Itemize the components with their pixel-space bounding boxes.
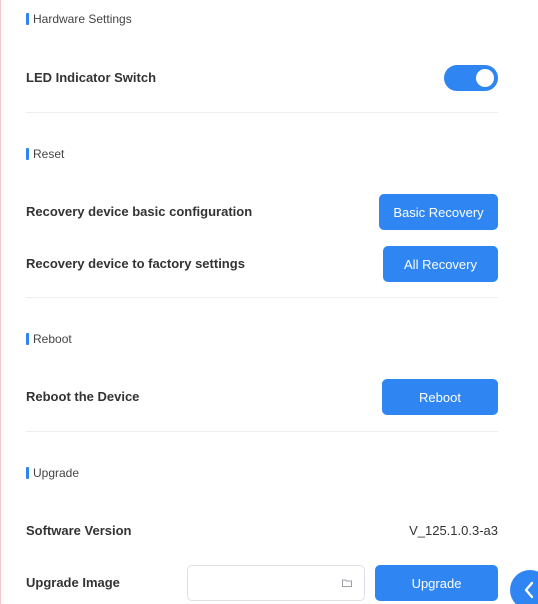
toggle-knob <box>476 69 494 87</box>
left-border <box>0 0 1 604</box>
section-title-text: Reboot <box>33 332 72 346</box>
software-version-value: V_125.1.0.3-a3 <box>409 523 498 538</box>
section-marker <box>26 467 29 479</box>
section-marker <box>26 333 29 345</box>
settings-page: Hardware Settings LED Indicator Switch R… <box>0 0 538 604</box>
led-indicator-toggle[interactable] <box>444 65 498 91</box>
section-title-text: Reset <box>33 147 65 161</box>
basic-recovery-label: Recovery device basic configuration <box>26 204 253 219</box>
divider <box>26 112 498 113</box>
section-title-reset: Reset <box>26 146 64 162</box>
reboot-button[interactable]: Reboot <box>382 379 498 415</box>
folder-icon <box>342 579 352 587</box>
section-marker <box>26 13 29 25</box>
upgrade-image-label: Upgrade Image <box>26 575 120 590</box>
factory-recovery-label: Recovery device to factory settings <box>26 256 245 271</box>
section-title-reboot: Reboot <box>26 331 72 347</box>
section-title-upgrade: Upgrade <box>26 465 79 481</box>
chevron-left-icon <box>524 581 534 599</box>
divider <box>26 297 498 298</box>
basic-recovery-button[interactable]: Basic Recovery <box>379 194 498 230</box>
section-marker <box>26 148 29 160</box>
all-recovery-button[interactable]: All Recovery <box>383 246 498 282</box>
upgrade-image-file-input[interactable] <box>187 565 365 601</box>
section-title-text: Hardware Settings <box>33 12 132 26</box>
software-version-label: Software Version <box>26 523 132 538</box>
upgrade-button[interactable]: Upgrade <box>375 565 498 601</box>
reboot-label: Reboot the Device <box>26 389 140 404</box>
divider <box>26 431 498 432</box>
led-indicator-label: LED Indicator Switch <box>26 70 157 85</box>
section-title-hardware: Hardware Settings <box>26 11 132 27</box>
floating-collapse-button[interactable] <box>510 570 538 604</box>
section-title-text: Upgrade <box>33 466 80 480</box>
